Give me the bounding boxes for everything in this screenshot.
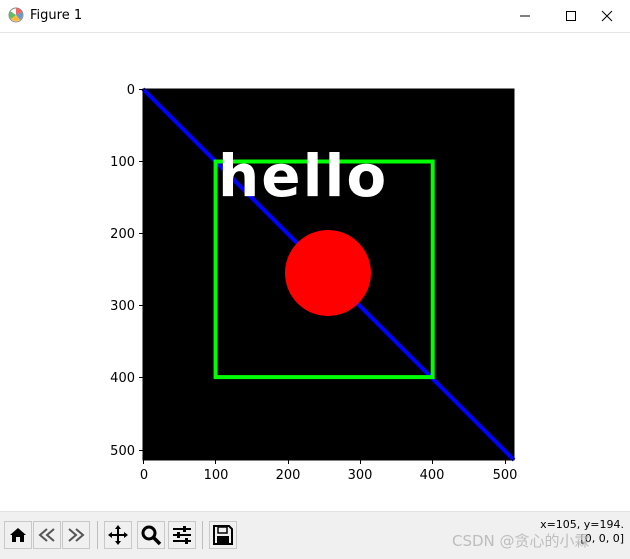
matplotlib-app-icon [8,7,24,23]
back-icon [38,528,55,542]
pixel-value: [0, 0, 0] [580,532,624,545]
close-button[interactable] [584,0,630,32]
back-button[interactable] [33,521,61,549]
close-icon [601,10,613,22]
toolbar-separator [97,521,98,549]
forward-icon [68,528,85,542]
y-tick-label: 200 [110,227,135,242]
toolbar-separator [202,521,203,549]
figure-canvas[interactable]: hello 0 100 200 300 400 500 0 100 200 30… [0,33,630,511]
navigation-toolbar: x=105, y=194. [0, 0, 0] [0,511,630,559]
maximize-icon [566,11,576,21]
coordinate-readout: x=105, y=194. [0, 0, 0] [540,518,624,546]
pan-icon [108,525,128,545]
configure-subplots-button[interactable] [168,521,196,549]
y-tick-label: 0 [127,83,135,98]
zoom-button[interactable] [137,521,165,549]
x-tick-label: 0 [140,468,148,483]
red-circle [285,230,371,316]
window-title: Figure 1 [30,8,83,23]
hello-text: hello [218,142,388,210]
y-tick-label: 300 [110,299,135,314]
minimize-button[interactable] [502,0,548,32]
x-tick-label: 100 [204,468,229,483]
window-titlebar: Figure 1 [0,0,630,33]
home-icon [10,528,26,542]
y-tick-label: 500 [110,444,135,459]
minimize-icon [520,15,530,17]
zoom-icon [141,525,162,546]
y-tick-label: 400 [110,371,135,386]
x-tick-label: 300 [348,468,373,483]
configure-subplots-icon [173,526,191,544]
x-tick-label: 500 [493,468,518,483]
figure-svg: hello 0 100 200 300 400 500 0 100 200 30… [110,83,518,483]
cursor-coordinates: x=105, y=194. [540,518,624,531]
y-axis: 0 100 200 300 400 500 [110,83,143,459]
save-button[interactable] [209,521,237,549]
pan-button[interactable] [104,521,132,549]
home-button[interactable] [4,521,32,549]
forward-button[interactable] [62,521,90,549]
x-axis: 0 100 200 300 400 500 [140,460,518,483]
x-tick-label: 200 [276,468,301,483]
y-tick-label: 100 [110,155,135,170]
x-tick-label: 400 [420,468,445,483]
save-icon [213,525,233,545]
